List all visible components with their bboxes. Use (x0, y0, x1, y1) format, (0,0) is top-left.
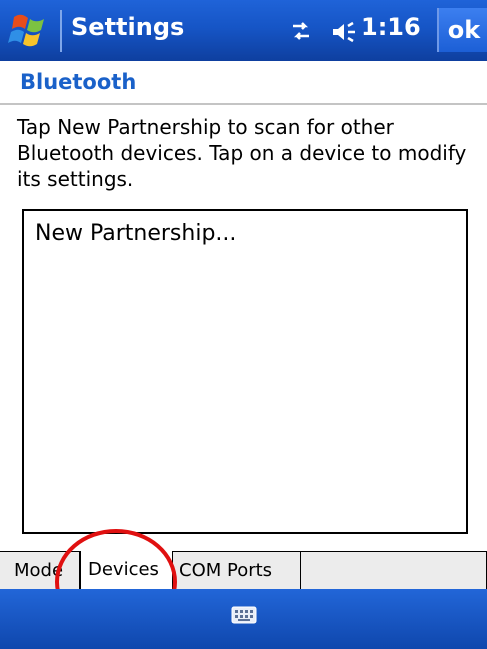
tab-com-ports[interactable]: COM Ports (173, 552, 301, 589)
tab-mode[interactable]: Mode (0, 552, 80, 589)
device-list[interactable]: New Partnership... (22, 209, 468, 534)
page-header: Bluetooth (0, 61, 487, 103)
title-bar: Settings 1:16 ok (0, 0, 487, 61)
tab-bar-filler (301, 552, 487, 589)
title-separator (60, 10, 62, 52)
page-title: Bluetooth (20, 70, 137, 94)
tab-devices[interactable]: Devices (80, 551, 173, 589)
speaker-icon[interactable] (331, 20, 357, 44)
clock[interactable]: 1:16 (361, 13, 421, 41)
bottom-bar (0, 589, 487, 649)
instructions-text: Tap New Partnership to scan for other Bl… (17, 115, 467, 191)
window-title: Settings (71, 13, 185, 41)
ok-button[interactable]: ok (437, 8, 487, 52)
tab-bar: Mode Devices COM Ports (0, 551, 487, 590)
header-divider (0, 103, 487, 105)
keyboard-icon[interactable] (231, 604, 257, 626)
windows-start-icon[interactable] (8, 11, 52, 51)
connectivity-icon[interactable] (290, 20, 312, 42)
list-item[interactable]: New Partnership... (35, 221, 236, 246)
